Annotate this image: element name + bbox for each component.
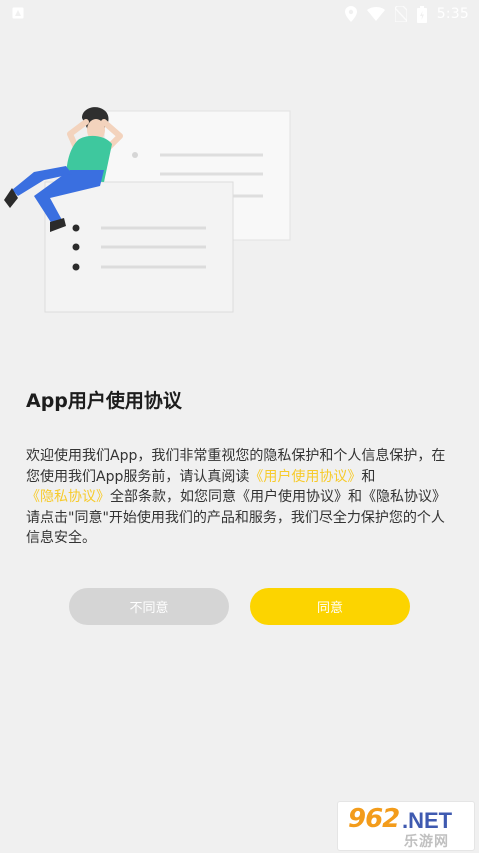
privacy-policy-link[interactable]: 《隐私协议》 [26, 489, 110, 505]
status-time: 5:35 [436, 6, 469, 22]
user-agreement-link[interactable]: 《用户使用协议》 [249, 469, 361, 485]
status-icons: 5:35 [344, 4, 469, 24]
wifi-icon [366, 7, 385, 21]
notification-icon [12, 7, 24, 19]
agreement-title: App用户使用协议 [26, 390, 182, 412]
body-text-part2: 和 [361, 468, 376, 485]
location-icon [344, 6, 357, 22]
watermark-subtitle: 乐游网 [404, 834, 449, 850]
status-bar: 5:35 [0, 0, 479, 28]
watermark-number: 962 [348, 804, 400, 834]
agreement-illustration [4, 107, 291, 313]
sim-off-icon [394, 6, 407, 22]
agreement-body: 欢迎使用我们App，我们非常重视您的隐私保护和个人信息保护，在您使用我们App服… [26, 446, 456, 549]
body-text-part1: 欢迎使用我们App，我们非常重视您的隐私保护和个人信息保护，在您使用我们App服… [26, 448, 446, 485]
battery-icon [416, 5, 427, 23]
site-watermark: 962 .NET 乐游网 [337, 801, 475, 851]
agree-button[interactable]: 同意 [250, 588, 410, 625]
disagree-button[interactable]: 不同意 [69, 588, 229, 625]
